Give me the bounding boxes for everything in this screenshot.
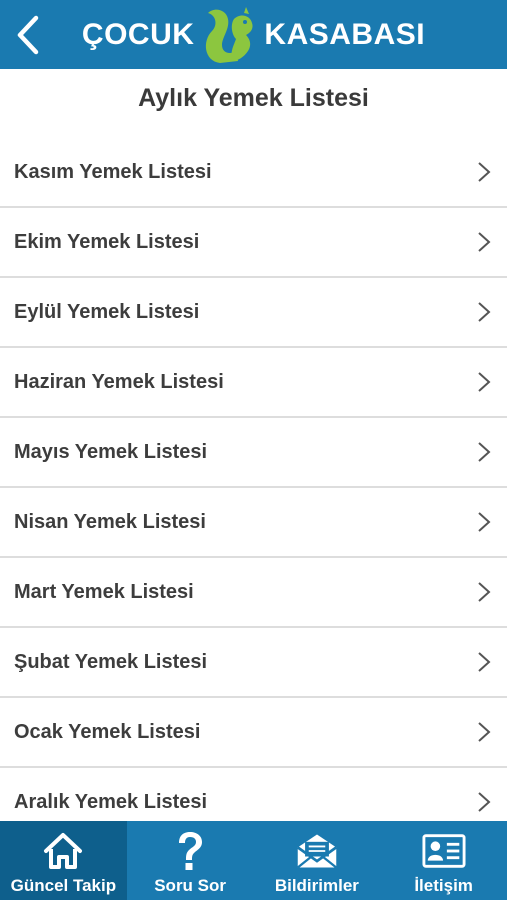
squirrel-logo-icon (206, 6, 253, 63)
tab-label: Bildirimler (274, 876, 359, 895)
list-item[interactable]: Haziran Yemek Listesi (0, 348, 507, 418)
chevron-right-icon (478, 582, 491, 602)
list-item[interactable]: Ekim Yemek Listesi (0, 208, 507, 278)
list-item-label: Ocak Yemek Listesi (14, 720, 201, 743)
list-item[interactable]: Şubat Yemek Listesi (0, 628, 507, 698)
contact-card-icon (422, 834, 466, 868)
chevron-right-icon (478, 652, 491, 672)
list-item-label: Aralık Yemek Listesi (14, 790, 208, 813)
chevron-right-icon (478, 442, 491, 462)
home-icon (44, 833, 83, 869)
tab-iletisim[interactable]: İletişim (380, 821, 507, 900)
brand-word-right: KASABASI (264, 17, 426, 51)
brand-word-left: ÇOCUK (81, 17, 195, 51)
list-item-label: Haziran Yemek Listesi (14, 370, 224, 393)
list-item[interactable]: Mart Yemek Listesi (0, 558, 507, 628)
brand-logo: ÇOCUK KASABASI (0, 0, 507, 69)
list-item[interactable]: Kasım Yemek Listesi (0, 138, 507, 208)
chevron-right-icon (478, 512, 491, 532)
tab-soru-sor[interactable]: Soru Sor (127, 821, 254, 900)
tab-bildirimler[interactable]: Bildirimler (254, 821, 381, 900)
list-item[interactable]: Eylül Yemek Listesi (0, 278, 507, 348)
list-item-label: Şubat Yemek Listesi (14, 650, 208, 673)
bottom-tab-bar: Güncel Takip Soru Sor Bildirimler İletiş… (0, 821, 507, 900)
list-item-label: Eylül Yemek Listesi (14, 300, 200, 323)
chevron-right-icon (478, 302, 491, 322)
chevron-right-icon (478, 792, 491, 812)
header-bar: ÇOCUK KASABASI (0, 0, 507, 69)
list-item[interactable]: Nisan Yemek Listesi (0, 488, 507, 558)
question-mark-icon (179, 832, 203, 870)
chevron-right-icon (478, 162, 491, 182)
list-item-label: Nisan Yemek Listesi (14, 510, 206, 533)
list-item[interactable]: Mayıs Yemek Listesi (0, 418, 507, 488)
tab-label: Güncel Takip (10, 876, 117, 895)
tab-label: İletişim (414, 876, 473, 895)
envelope-icon (296, 834, 337, 869)
list-item-label: Mart Yemek Listesi (14, 580, 194, 603)
list-item-label: Kasım Yemek Listesi (14, 160, 212, 183)
chevron-right-icon (478, 372, 491, 392)
list-item[interactable]: Ocak Yemek Listesi (0, 698, 507, 768)
chevron-right-icon (478, 232, 491, 252)
chevron-right-icon (478, 722, 491, 742)
page-title: Aylık Yemek Listesi (138, 84, 369, 112)
tab-label: Soru Sor (154, 876, 227, 895)
list-item-label: Ekim Yemek Listesi (14, 230, 200, 253)
menu-list: Kasım Yemek Listesi Ekim Yemek Listesi E… (0, 138, 507, 838)
list-item-label: Mayıs Yemek Listesi (14, 440, 208, 463)
tab-guncel-takip[interactable]: Güncel Takip (0, 821, 127, 900)
